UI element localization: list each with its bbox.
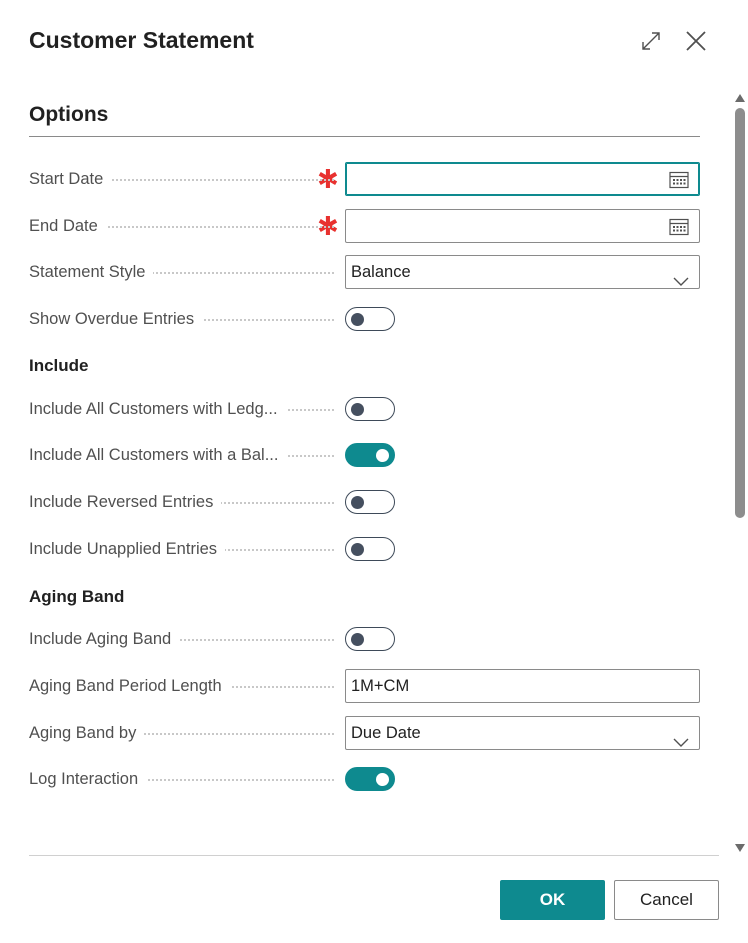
aging-by-row: Aging Band by Due Date <box>29 716 700 750</box>
statement-style-select[interactable]: Balance <box>345 255 700 289</box>
toggle-knob <box>351 542 364 556</box>
include-ledger-toggle[interactable] <box>345 397 395 421</box>
cancel-button[interactable]: Cancel <box>614 880 719 920</box>
toggle-knob <box>351 312 364 326</box>
end-date-label: End Date <box>29 209 106 243</box>
include-reversed-toggle[interactable] <box>345 490 395 514</box>
aging-by-select[interactable]: Due Date <box>345 716 700 750</box>
aging-period-row: Aging Band Period Length 1M+CM <box>29 669 700 703</box>
toggle-knob <box>376 772 389 786</box>
aging-period-input[interactable]: 1M+CM <box>345 669 700 703</box>
start-date-label: Start Date <box>29 162 112 196</box>
include-aging-label: Include Aging Band <box>29 622 180 656</box>
scroll-down-arrow-icon[interactable] <box>734 840 746 858</box>
scroll-up-arrow-icon[interactable] <box>734 90 746 108</box>
aging-by-label: Aging Band by <box>29 716 145 750</box>
statement-style-row: Statement Style Balance <box>29 255 700 289</box>
show-overdue-label: Show Overdue Entries <box>29 302 203 336</box>
chevron-down-icon <box>673 727 689 759</box>
calendar-icon[interactable] <box>669 217 689 241</box>
footer-divider <box>29 855 719 856</box>
calendar-icon[interactable] <box>669 170 689 194</box>
include-balance-label: Include All Customers with a Bal... <box>29 438 287 472</box>
end-date-input[interactable] <box>345 209 700 243</box>
aging-period-label: Aging Band Period Length <box>29 669 230 703</box>
dialog-title: Customer Statement <box>29 27 254 53</box>
log-interaction-toggle[interactable] <box>345 767 395 791</box>
aging-by-value: Due Date <box>351 724 421 742</box>
toggle-knob <box>351 402 364 416</box>
show-overdue-toggle[interactable] <box>345 307 395 331</box>
include-unapplied-row: Include Unapplied Entries <box>29 532 700 566</box>
toggle-knob <box>351 495 364 509</box>
scrollbar-thumb[interactable] <box>735 108 745 518</box>
customer-statement-dialog: Customer Statement Options Start Date ✱ … <box>0 0 748 943</box>
include-heading: Include <box>29 356 89 375</box>
include-balance-toggle[interactable] <box>345 443 395 467</box>
statement-style-label: Statement Style <box>29 255 154 289</box>
include-ledger-label: Include All Customers with Ledg... <box>29 392 286 426</box>
statement-style-value: Balance <box>351 263 411 281</box>
chevron-down-icon <box>673 266 689 298</box>
include-aging-toggle[interactable] <box>345 627 395 651</box>
close-icon[interactable] <box>683 28 709 54</box>
include-reversed-row: Include Reversed Entries <box>29 485 700 519</box>
show-overdue-row: Show Overdue Entries <box>29 302 700 336</box>
section-divider <box>29 136 700 137</box>
ok-button[interactable]: OK <box>500 880 605 920</box>
include-unapplied-label: Include Unapplied Entries <box>29 532 226 566</box>
toggle-knob <box>351 632 364 646</box>
include-ledger-row: Include All Customers with Ledg... <box>29 392 700 426</box>
expand-icon[interactable] <box>638 28 664 54</box>
log-interaction-label: Log Interaction <box>29 762 147 796</box>
include-aging-row: Include Aging Band <box>29 622 700 656</box>
log-interaction-row: Log Interaction <box>29 762 700 796</box>
options-section-title: Options <box>29 103 109 126</box>
include-balance-row: Include All Customers with a Bal... <box>29 438 700 472</box>
start-date-row: Start Date ✱ <box>29 162 700 196</box>
include-reversed-label: Include Reversed Entries <box>29 485 222 519</box>
toggle-knob <box>376 448 389 462</box>
aging-band-heading: Aging Band <box>29 587 125 606</box>
end-date-row: End Date ✱ <box>29 209 700 243</box>
start-date-input[interactable] <box>345 162 700 196</box>
include-unapplied-toggle[interactable] <box>345 537 395 561</box>
